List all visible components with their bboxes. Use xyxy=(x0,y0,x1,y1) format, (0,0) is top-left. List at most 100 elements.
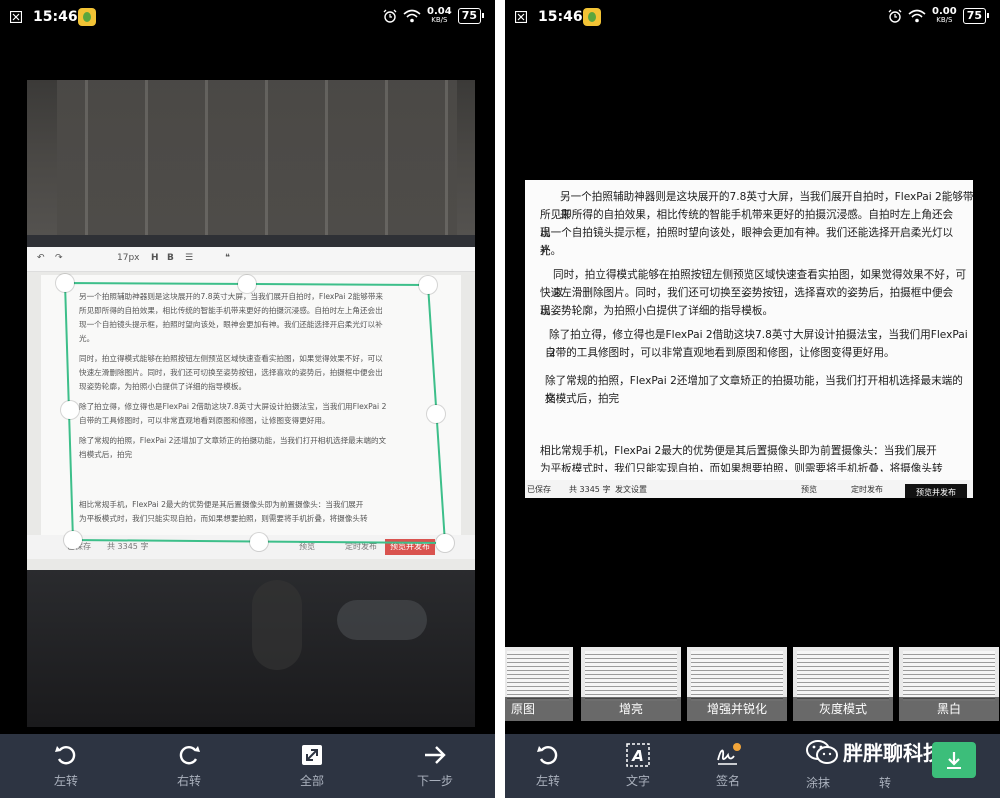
photo-text-line: 除了拍立得，修立得也是FlexPai 2借助这块7.8英寸大屏设计拍摄法宝，当我… xyxy=(79,402,387,411)
rotate-left-icon xyxy=(55,746,76,765)
photo-text-line: 所见即所得的自拍效果，相比传统的智能手机带来更好的拍摄沉浸感。自拍时左上角还会出 xyxy=(79,306,383,315)
footer-publish: 预览并发布 xyxy=(905,484,967,498)
next-step-label: 下一步 xyxy=(416,774,453,788)
desk-object xyxy=(252,580,302,670)
close-notification-icon xyxy=(10,11,22,23)
crop-handle-right[interactable] xyxy=(427,405,445,423)
quote-icon: ❝ xyxy=(225,253,230,263)
select-all-button[interactable]: 全部 xyxy=(277,742,347,789)
photo-text-line: 现一个自拍镜头提示框，拍照时望向该处，眼神会更加有神。我们还能选择开启柔光灯以补 xyxy=(79,320,383,329)
bold-icon: B xyxy=(167,253,174,263)
desk-object xyxy=(337,600,427,640)
filter-label: 增亮 xyxy=(581,697,681,721)
background-blinds xyxy=(57,80,457,235)
select-all-label: 全部 xyxy=(299,774,324,788)
result-text-line: 为平板模式时，我们只能实现自拍，而如果想要拍照，则需要将手机折叠，将摄像头转 xyxy=(540,463,943,472)
corrected-document: 另一个拍照辅助神器则是这块展开的7.8英寸大屏，当我们展开自拍时，FlexPai… xyxy=(525,180,973,498)
filter-thumbnail xyxy=(797,651,889,701)
signature-icon xyxy=(717,743,741,765)
filter-screen: 15:46 0.00 KB/S 75 另一个拍照辅助神器则是这块展开的7.8英寸… xyxy=(505,0,1000,798)
filter-enhance-sharpen[interactable]: 增强并锐化 xyxy=(687,647,787,721)
battery-indicator: 75 xyxy=(457,8,485,24)
expand-icon xyxy=(302,745,322,765)
result-text-line: 自带的工具修图时，可以非常直观地看到原图和修图，让修图变得更好用。 xyxy=(545,347,895,359)
speed-value: 0.04 xyxy=(427,6,452,17)
photo-text-line: 为平板模式时，我们只能实现自拍，而如果想要拍照，则需要将手机折叠，将摄像头转 xyxy=(79,514,368,523)
photo-text-line: 快速左滑删除图片。同时，我们还可切换至姿势按钮，选择喜欢的姿势后，拍摄框中便会出 xyxy=(79,368,383,377)
erase-label: 涂抹 xyxy=(805,776,830,790)
download-icon xyxy=(947,752,961,769)
list-icon: ☰ xyxy=(185,253,194,263)
crop-handle-top[interactable] xyxy=(238,275,256,293)
crop-handle-bottom-left[interactable] xyxy=(64,531,82,549)
crop-handle-top-right[interactable] xyxy=(419,276,437,294)
filter-original[interactable]: 原图 xyxy=(505,647,573,721)
footer-preview: 预览 xyxy=(801,485,817,494)
text-recognition-button[interactable]: A 文字 xyxy=(603,742,673,789)
filter-grayscale[interactable]: 灰度模式 xyxy=(793,647,893,721)
undo-icon: ↶ xyxy=(37,253,45,263)
filter-label: 增强并锐化 xyxy=(687,697,787,721)
svg-text:A: A xyxy=(631,747,644,765)
rotate-left-label: 左转 xyxy=(535,774,560,788)
crop-screen: 15:46 0.04 KB/S 75 ↶ ↷ 17px H B ☰ ❝ 共 33… xyxy=(0,0,495,798)
arrow-right-icon xyxy=(425,746,446,764)
filter-thumbnail xyxy=(585,651,677,701)
filter-label: 原图 xyxy=(505,697,573,721)
rotate-button[interactable]: 转 xyxy=(865,774,905,791)
photo-text-line: 档模式后，拍完 xyxy=(79,450,133,459)
rotate-right-label: 右转 xyxy=(176,774,201,788)
heading-icon: H xyxy=(151,253,159,263)
photo-text-line: 同时，拍立得模式能够在拍照按钮左侧预览区域快速查看实拍图，如果觉得效果不好，可以 xyxy=(79,354,383,363)
network-speed: 0.00 KB/S xyxy=(932,6,957,25)
crop-handle-bottom[interactable] xyxy=(250,533,268,551)
network-speed: 0.04 KB/S xyxy=(427,6,452,25)
rotate-right-button[interactable]: 右转 xyxy=(154,742,224,789)
result-footer: 已保存 共 3345 字 发文设置 预览 定时发布 预览并发布 xyxy=(525,480,973,498)
result-text-line: 相比常规手机，FlexPai 2最大的优势便是其后置摄像头即为前置摄像头：当我们… xyxy=(540,445,937,457)
wechat-watermark: 胖胖聊科技 xyxy=(805,737,943,766)
browser-tabs xyxy=(27,235,475,247)
crop-handle-top-left[interactable] xyxy=(56,274,74,292)
result-text-line: 光。 xyxy=(540,245,562,257)
filter-strip: 原图 增亮 增强并锐化 灰度模式 黑白 xyxy=(505,647,1000,721)
filter-brighten[interactable]: 增亮 xyxy=(581,647,681,721)
status-time: 15:46 xyxy=(33,9,78,25)
speed-unit: KB/S xyxy=(936,16,953,24)
photo-text-line: 光。 xyxy=(79,334,95,343)
redo-icon: ↷ xyxy=(55,253,63,263)
rotate-left-icon xyxy=(537,746,558,765)
photo-text-line: 相比常规手机，FlexPai 2最大的优势便是其后置摄像头即为前置摄像头：当我们… xyxy=(79,500,364,509)
filter-thumbnail xyxy=(691,651,783,701)
rotate-left-button[interactable]: 左转 xyxy=(31,742,101,789)
wifi-icon xyxy=(908,9,926,23)
font-size-select: 17px xyxy=(117,253,140,263)
desk-area xyxy=(27,570,475,727)
rotate-label: 转 xyxy=(878,776,891,790)
status-time: 15:46 xyxy=(538,9,583,25)
photo-text-line: 自带的工具修图时，可以非常直观地看到原图和修图，让修图变得更好用。 xyxy=(79,416,330,425)
camera-preview: ↶ ↷ 17px H B ☰ ❝ 已保存 共 3345 字 预览 定时发布 预览… xyxy=(27,80,475,727)
crop-handle-left[interactable] xyxy=(61,401,79,419)
app-notification-icon xyxy=(583,8,601,26)
filter-thumbnail xyxy=(507,651,569,701)
footer-word-count: 共 3345 字 xyxy=(569,485,611,494)
result-text-line: 档模式后，拍完 xyxy=(545,393,620,405)
rotate-left-button[interactable]: 左转 xyxy=(513,742,583,789)
wifi-icon xyxy=(403,9,421,23)
filter-black-white[interactable]: 黑白 xyxy=(899,647,999,721)
filter-thumbnail xyxy=(903,651,995,701)
footer-preview: 预览 xyxy=(299,542,315,551)
filter-label: 黑白 xyxy=(899,697,999,721)
footer-schedule: 定时发布 xyxy=(345,542,377,551)
speed-unit: KB/S xyxy=(431,16,448,24)
erase-button[interactable]: 涂抹 xyxy=(783,774,853,791)
speed-value: 0.00 xyxy=(932,6,957,17)
close-notification-icon xyxy=(515,11,527,23)
signature-button[interactable]: 签名 xyxy=(693,742,763,789)
download-button[interactable] xyxy=(932,742,976,778)
footer-settings: 发文设置 xyxy=(615,485,647,494)
crop-handle-bottom-right[interactable] xyxy=(436,534,454,552)
next-step-button[interactable]: 下一步 xyxy=(400,742,470,789)
footer-saved: 已保存 xyxy=(527,485,551,494)
